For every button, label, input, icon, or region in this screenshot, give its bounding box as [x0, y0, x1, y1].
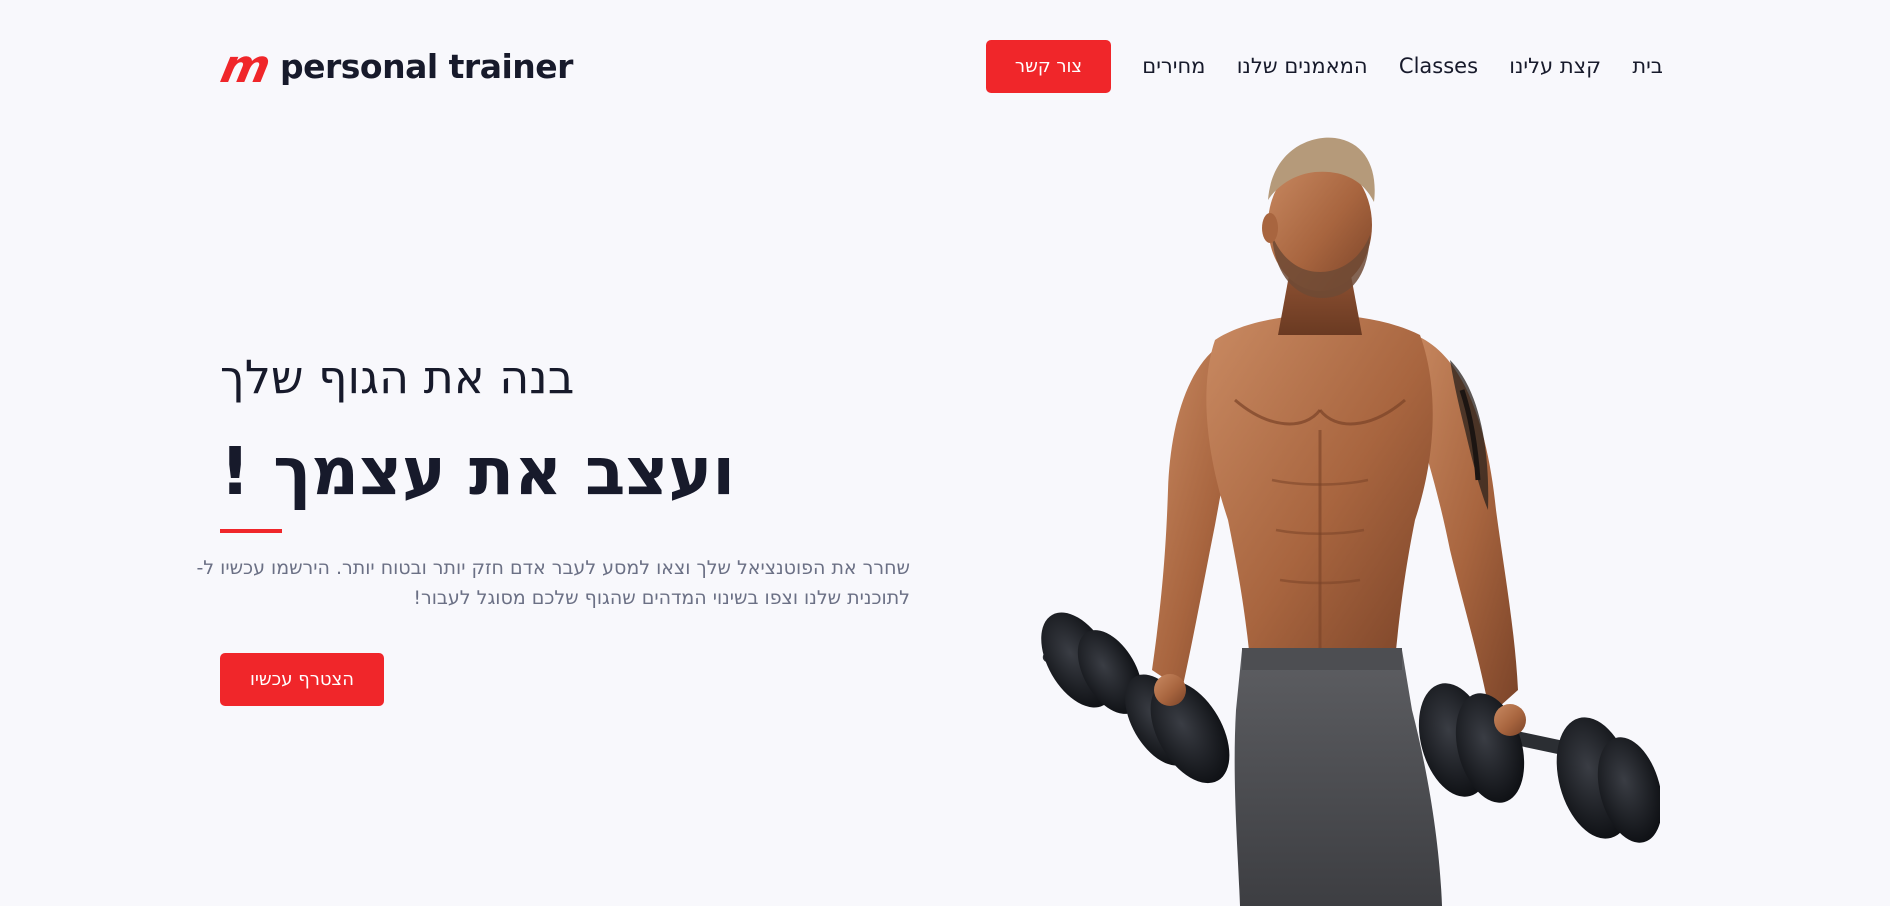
- right-dumbbell-icon: [1418, 683, 1660, 843]
- hero-divider: [220, 529, 282, 533]
- hero-description: שחרר את הפוטנציאל שלך וצאו למסע לעבר אדם…: [196, 553, 910, 613]
- nav-link-trainers[interactable]: המאמנים שלנו: [1237, 56, 1368, 77]
- hero-description-line-1: שחרר את הפוטנציאל שלך וצאו למסע לעבר אדם…: [196, 557, 910, 579]
- hero-trainer-image: [1041, 137, 1660, 906]
- main-nav: צור קשר מחירים המאמנים שלנו Classes קצת …: [986, 40, 1663, 93]
- logo-mark-icon: m: [216, 39, 272, 93]
- nav-link-about[interactable]: קצת עלינו: [1509, 56, 1601, 77]
- join-now-button[interactable]: הצטרף עכשיו: [220, 653, 384, 706]
- nav-link-pricing[interactable]: מחירים: [1142, 56, 1205, 77]
- hero-subtitle: בנה את הגוף שלך: [220, 350, 575, 404]
- hero-title: ועצב את עצמך !: [220, 433, 736, 510]
- hero-description-line-2: לתוכנית שלנו וצפו בשינוי המדהים שהגוף של…: [413, 587, 910, 609]
- nav-link-home[interactable]: בית: [1632, 56, 1663, 77]
- left-dumbbell-icon: [1041, 612, 1230, 784]
- brand-logo[interactable]: m personal trainer: [216, 39, 573, 93]
- contact-button[interactable]: צור קשר: [986, 40, 1111, 93]
- brand-name: personal trainer: [280, 46, 573, 86]
- nav-link-classes[interactable]: Classes: [1399, 56, 1478, 77]
- page: m personal trainer צור קשר מחירים המאמני…: [0, 0, 1890, 906]
